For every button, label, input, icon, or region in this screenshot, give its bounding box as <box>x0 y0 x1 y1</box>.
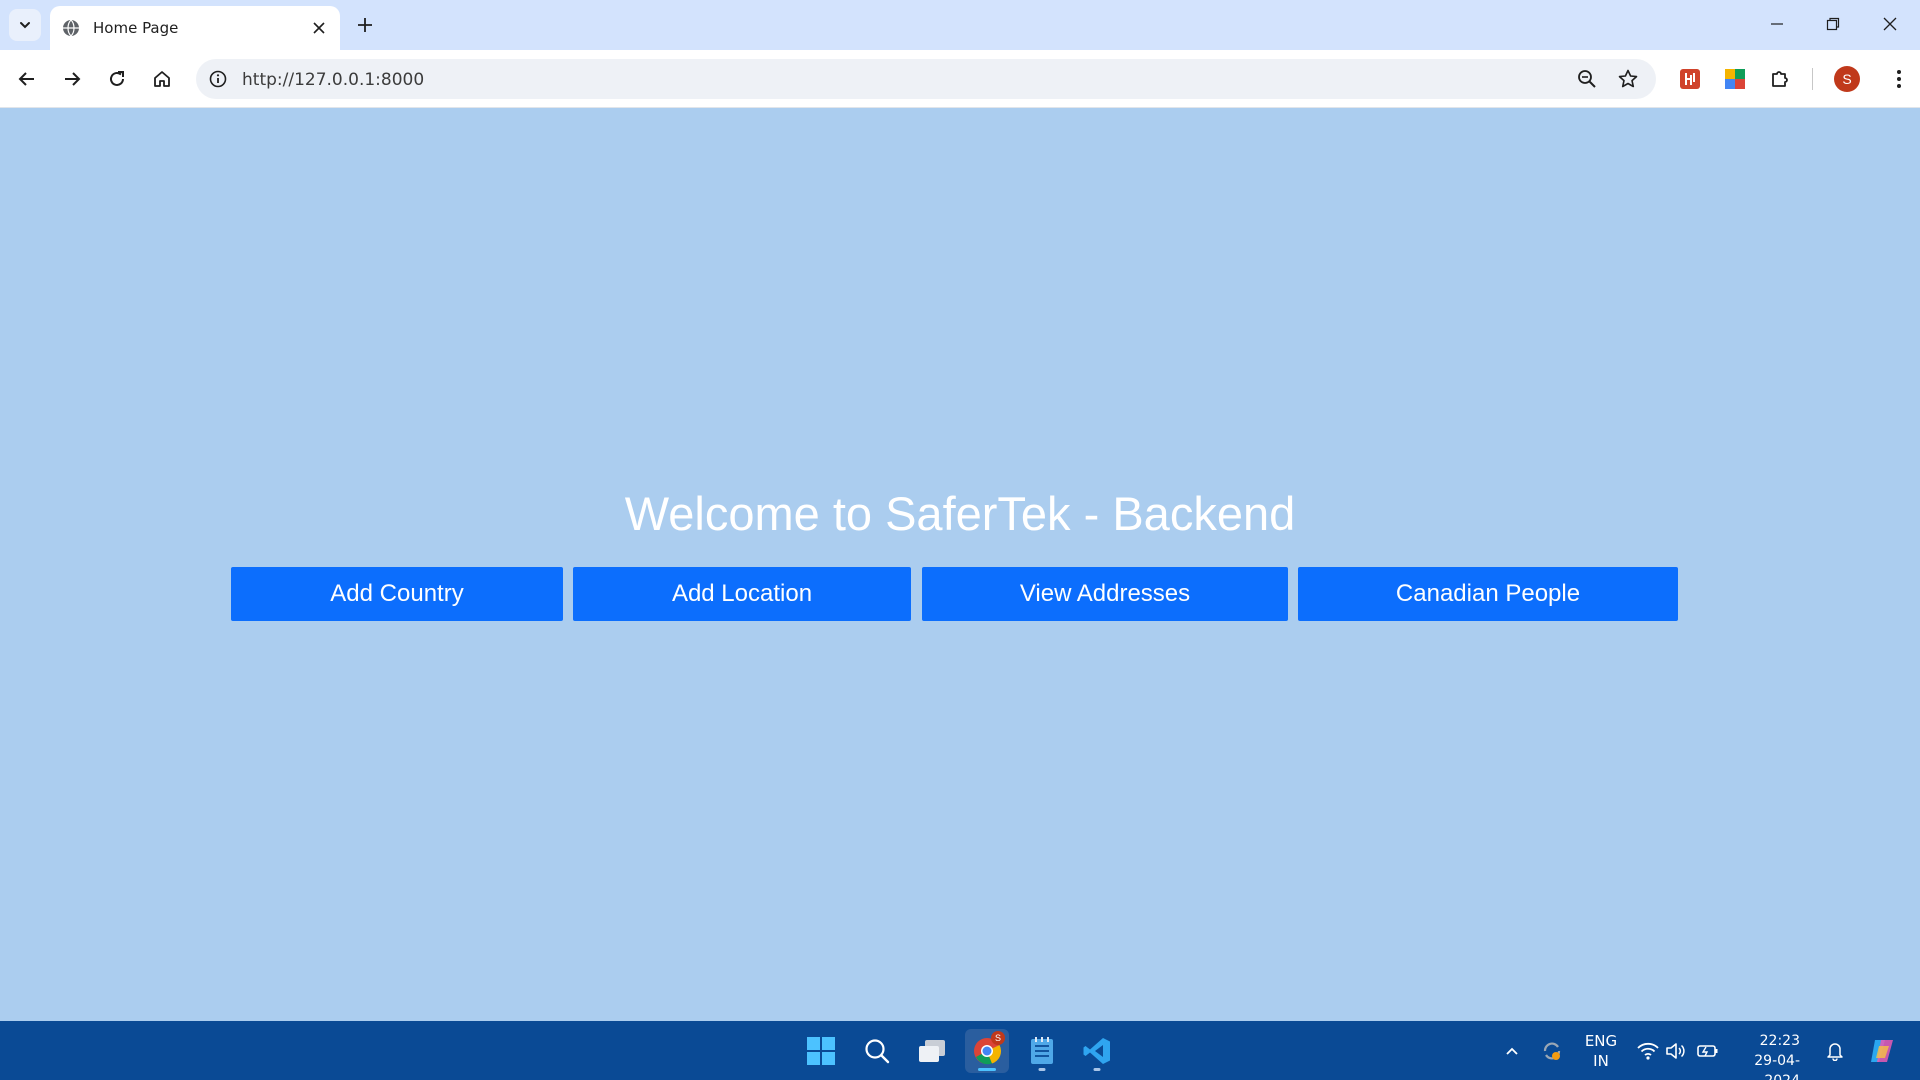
search-icon <box>865 1039 890 1064</box>
add-location-button[interactable]: Add Location <box>573 567 911 621</box>
restore-button[interactable] <box>1813 8 1853 40</box>
language-code: ENG <box>1584 1032 1618 1050</box>
new-tab-button[interactable] <box>352 12 378 38</box>
menu-kebab-icon[interactable] <box>1885 65 1913 93</box>
home-button[interactable] <box>146 63 178 95</box>
notification-bell-icon[interactable] <box>1823 1039 1847 1063</box>
clock-date: 29-04-2024 <box>1754 1053 1800 1080</box>
volume-icon[interactable] <box>1664 1039 1688 1063</box>
notepad-icon <box>1031 1037 1053 1064</box>
task-view-button[interactable] <box>910 1029 954 1073</box>
open-app-indicator <box>1038 1068 1046 1071</box>
site-info-icon[interactable] <box>206 67 230 91</box>
windows-taskbar: S ENG IN 22:23 29-04-2024 <box>0 1021 1920 1080</box>
open-app-indicator <box>1093 1068 1101 1071</box>
tab-search-button[interactable] <box>9 9 41 41</box>
arrow-right-icon <box>65 72 81 86</box>
forward-button[interactable] <box>56 63 88 95</box>
page-content: Welcome to SaferTek - Backend Add Countr… <box>0 109 1920 1021</box>
vscode-icon <box>1083 1038 1110 1064</box>
restore-icon <box>1826 17 1840 31</box>
taskbar-notepad-button[interactable] <box>1020 1029 1064 1073</box>
zoom-icon[interactable] <box>1575 67 1599 91</box>
start-button[interactable] <box>799 1029 843 1073</box>
input-language-indicator[interactable]: ENG IN <box>1580 1031 1622 1071</box>
canadian-people-button[interactable]: Canadian People <box>1298 567 1678 621</box>
active-app-indicator <box>978 1068 996 1071</box>
chrome-profile-badge: S <box>991 1031 1005 1045</box>
sync-icon[interactable] <box>1540 1039 1564 1063</box>
clock-time: 22:23 <box>1759 1033 1800 1049</box>
taskbar-search-button[interactable] <box>855 1029 899 1073</box>
reload-button[interactable] <box>101 63 133 95</box>
globe-icon <box>62 19 80 37</box>
region-code: IN <box>1593 1052 1609 1070</box>
minimize-icon <box>1771 23 1783 25</box>
task-view-icon <box>919 1040 945 1062</box>
chevron-down-icon <box>20 22 30 29</box>
page-title: Welcome to SaferTek - Backend <box>624 487 1296 540</box>
back-button[interactable] <box>11 63 43 95</box>
minimize-button[interactable] <box>1757 8 1797 40</box>
browser-toolbar: http://127.0.0.1:8000 <box>0 50 1920 108</box>
add-country-button[interactable]: Add Country <box>231 567 563 621</box>
extension-colorful-icon[interactable] <box>1721 65 1749 93</box>
address-bar[interactable]: http://127.0.0.1:8000 <box>196 59 1656 99</box>
show-hidden-icons-chevron-up-icon[interactable] <box>1500 1039 1524 1063</box>
battery-icon[interactable] <box>1696 1039 1720 1063</box>
active-tab[interactable]: Home Page <box>50 6 340 50</box>
extension-red-icon[interactable] <box>1676 65 1704 93</box>
plus-icon <box>358 18 372 32</box>
wifi-icon[interactable] <box>1636 1039 1660 1063</box>
windows-start-icon <box>807 1037 835 1065</box>
clock[interactable]: 22:23 29-04-2024 <box>1730 1031 1800 1080</box>
profile-avatar[interactable]: S <box>1834 66 1860 92</box>
close-tab-icon[interactable] <box>308 17 330 39</box>
reload-icon <box>110 71 124 86</box>
toolbar-divider <box>1812 68 1813 90</box>
taskbar-chrome-button[interactable]: S <box>965 1029 1009 1073</box>
bookmark-star-icon[interactable] <box>1616 67 1640 91</box>
arrow-left-icon <box>18 72 34 86</box>
view-addresses-button[interactable]: View Addresses <box>922 567 1288 621</box>
url-text[interactable]: http://127.0.0.1:8000 <box>242 70 424 90</box>
extensions-puzzle-icon[interactable] <box>1766 65 1794 93</box>
close-icon <box>1883 17 1897 31</box>
browser-tab-strip: Home Page <box>0 0 1920 50</box>
taskbar-vscode-button[interactable] <box>1075 1029 1119 1073</box>
close-window-button[interactable] <box>1870 8 1910 40</box>
copilot-icon[interactable] <box>1866 1035 1898 1067</box>
home-icon <box>154 71 170 87</box>
tab-title: Home Page <box>93 19 179 37</box>
